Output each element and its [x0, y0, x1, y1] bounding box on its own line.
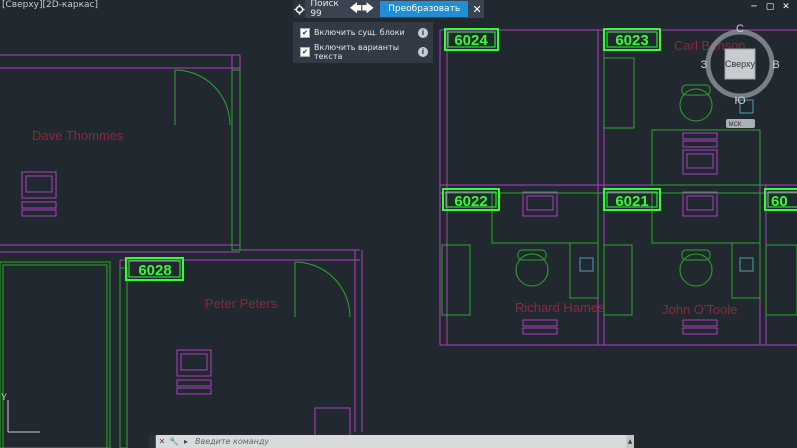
chevron-right-icon[interactable]: ▸	[180, 435, 192, 448]
viewcube-south[interactable]: Ю	[734, 95, 745, 107]
command-input[interactable]: Введите команду	[192, 437, 626, 446]
viewcube-east[interactable]: В	[772, 59, 779, 71]
window-controls: ─ ▢ ✕	[749, 2, 791, 12]
occupant-name: Peter Peters	[205, 296, 278, 311]
drawing-canvas[interactable]: 6024 6023 6022 6021 60 6028 Dave Thommes…	[0, 0, 797, 448]
find-toolbar: Поиск 99 🡄 🡆 Преобразовать ✕	[293, 0, 484, 19]
occupant-name: John O'Toole	[662, 302, 737, 317]
ucs-menu[interactable]: МСК	[729, 122, 742, 128]
occupant-name: Dave Thommes	[32, 128, 124, 143]
info-icon[interactable]: i	[418, 27, 428, 38]
close-icon[interactable]: ✕	[470, 0, 484, 18]
minimize-icon[interactable]: ─	[749, 2, 759, 12]
convert-button[interactable]: Преобразовать	[380, 1, 469, 17]
room-tag[interactable]: 6024	[444, 28, 499, 51]
settings-gear-icon[interactable]	[293, 0, 306, 18]
viewcube-north[interactable]: С	[736, 23, 744, 35]
window-close-icon[interactable]: ✕	[781, 2, 791, 12]
find-options-panel: ✔ Включить сущ. блоки i ✔ Включить вариа…	[293, 22, 433, 63]
room-tag-label: 6028	[138, 262, 171, 279]
option-include-blocks[interactable]: ✔ Включить сущ. блоки i	[293, 24, 433, 41]
room-tag-label: 6022	[454, 193, 487, 210]
option-include-text-variants[interactable]: ✔ Включить варианты текста i	[293, 42, 433, 61]
room-tag[interactable]: 6028	[125, 257, 184, 281]
viewcube-west[interactable]: З	[701, 59, 708, 71]
option-label: Включить варианты текста	[314, 42, 400, 61]
scroll-up-icon[interactable]: ▲	[626, 435, 634, 448]
previous-arrow-icon[interactable]: 🡄	[349, 0, 361, 18]
checkbox-checked-icon[interactable]: ✔	[300, 46, 310, 57]
room-tag-label: 6023	[615, 32, 648, 49]
restore-icon[interactable]: ▢	[765, 2, 775, 12]
option-label: Включить сущ. блоки	[314, 28, 405, 37]
axis-y-label: Y	[1, 392, 7, 402]
room-tag[interactable]: 60	[764, 188, 797, 211]
checkbox-checked-icon[interactable]: ✔	[300, 27, 310, 38]
wrench-icon[interactable]: 🔧	[168, 435, 180, 448]
next-arrow-icon[interactable]: 🡆	[362, 0, 374, 18]
room-tag-label: 6021	[615, 193, 648, 210]
room-tag[interactable]: 6022	[442, 188, 500, 211]
info-icon[interactable]: i	[418, 46, 428, 57]
command-line: ✕ 🔧 ▸ Введите команду ▲	[149, 435, 634, 448]
ucs-axis-icon: Y	[1, 392, 40, 433]
room-tag-label: 60	[771, 193, 788, 210]
room-tag-label: 6024	[454, 32, 488, 49]
room-tag[interactable]: 6023	[603, 28, 661, 51]
occupant-name: Richard Hames	[515, 300, 605, 315]
viewcube-face[interactable]: Сверху	[725, 59, 756, 69]
command-close-icon[interactable]: ✕	[156, 435, 168, 448]
furniture	[0, 57, 797, 448]
search-count-label: Поиск 99	[310, 0, 339, 19]
drag-handle[interactable]	[149, 435, 156, 448]
viewport-controls[interactable]: [Сверху][2D-каркас]	[0, 0, 101, 10]
